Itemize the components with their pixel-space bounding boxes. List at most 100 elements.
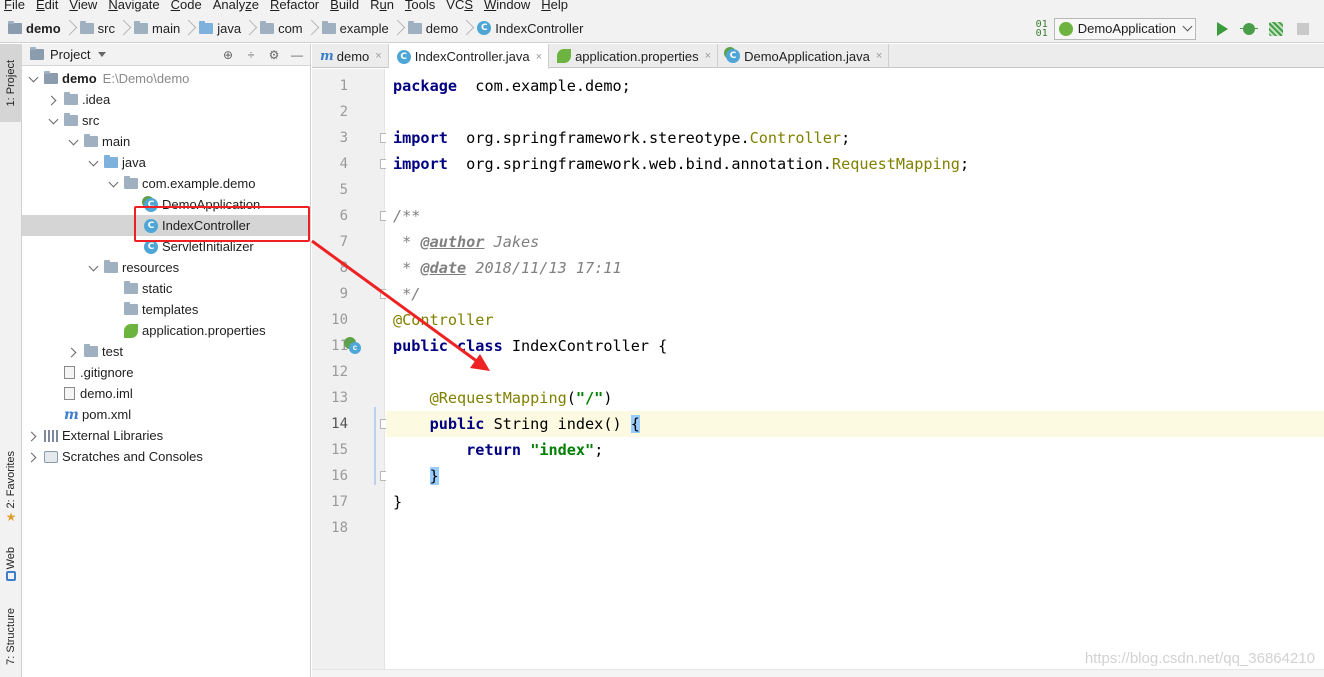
close-icon[interactable]: × (536, 51, 542, 63)
tree-item[interactable]: main (22, 131, 310, 152)
debug-button[interactable] (1238, 18, 1260, 40)
breadcrumb-item[interactable]: demo (389, 18, 458, 38)
menu-item[interactable]: Run (370, 0, 394, 12)
run-toolbar: 01 01 DemoApplication (1036, 14, 1314, 43)
tree-item[interactable]: C ServletInitializer (22, 236, 310, 257)
horizontal-scrollbar[interactable] (312, 669, 1324, 677)
menu-item[interactable]: VCS (446, 0, 473, 12)
tree-item[interactable]: External Libraries (22, 425, 310, 446)
star-icon: ★ (5, 509, 17, 524)
chevron-right-icon[interactable] (48, 94, 60, 106)
tree-item[interactable]: m pom.xml (22, 404, 310, 425)
tree-item[interactable]: application.properties (22, 320, 310, 341)
breadcrumb-separator-icon (67, 18, 75, 38)
close-icon[interactable]: × (705, 50, 711, 62)
tree-item[interactable]: src (22, 110, 310, 131)
chevron-down-icon[interactable] (108, 178, 120, 190)
menu-item[interactable]: Analyze (213, 0, 259, 12)
menu-mnemonic: u (379, 0, 387, 12)
folder-icon (104, 260, 118, 273)
code-token: "/" (575, 389, 604, 407)
tree-item[interactable]: templates (22, 299, 310, 320)
close-icon[interactable]: × (876, 50, 882, 62)
sort-icon[interactable]: 01 01 (1036, 19, 1048, 38)
menu-item[interactable]: Edit (36, 0, 58, 12)
menu-mnemonic: V (69, 0, 78, 12)
close-icon[interactable]: × (375, 50, 381, 62)
tree-item[interactable]: Scratches and Consoles (22, 446, 310, 467)
tree-item[interactable]: java (22, 152, 310, 173)
run-button[interactable] (1211, 18, 1233, 40)
chevron-right-icon[interactable] (28, 451, 40, 463)
editor-tab[interactable]: m demo × (312, 44, 389, 68)
menu-item[interactable]: Help (541, 0, 568, 12)
tool-tab-web[interactable]: Web (0, 540, 22, 588)
chevron-down-icon[interactable] (88, 262, 100, 274)
tree-item[interactable]: demo.iml (22, 383, 310, 404)
tree-item[interactable]: .gitignore (22, 362, 310, 383)
chevron-down-icon[interactable] (48, 115, 60, 127)
menu-item[interactable]: Tools (405, 0, 435, 12)
hide-icon[interactable]: — (290, 48, 304, 62)
tree-item-label: com.example.demo (142, 176, 256, 191)
locate-icon[interactable]: ⊕ (221, 48, 235, 62)
chevron-down-icon[interactable] (88, 157, 100, 169)
breadcrumb-item[interactable]: C IndexController (458, 18, 583, 38)
editor-tabs: m demo × C IndexController.java × application.… (312, 44, 1324, 69)
code-token: * (393, 259, 421, 277)
scratch-icon (44, 450, 58, 463)
tree-item[interactable]: demo E:\Demo\demo (22, 68, 310, 89)
chevron-right-icon[interactable] (68, 346, 80, 358)
chevron-right-icon[interactable] (28, 430, 40, 442)
tree-item-label: pom.xml (82, 407, 132, 422)
code-token: "index" (530, 441, 595, 459)
editor-tab[interactable]: C DemoApplication.java × (718, 44, 890, 68)
project-panel-header: Project ⊕ ÷ ⚙ — (22, 44, 310, 66)
settings-icon[interactable]: ⚙ (267, 48, 281, 62)
breadcrumb-item[interactable]: java (180, 18, 241, 38)
menu-item[interactable]: File (4, 0, 25, 12)
project-panel-title[interactable]: Project (50, 47, 90, 62)
chevron-down-icon[interactable] (98, 52, 107, 57)
breadcrumb-item[interactable]: com (241, 18, 303, 38)
tree-item[interactable]: test (22, 341, 310, 362)
tool-tab-structure[interactable]: 7: Structure (0, 600, 22, 672)
tree-item[interactable]: C IndexController (22, 215, 310, 236)
menu-label: iew (77, 0, 98, 12)
menu-item[interactable]: Navigate (108, 0, 159, 12)
code-line: import org.springframework.stereotype.Co… (393, 125, 850, 151)
spring-bean-icon[interactable]: c (344, 337, 362, 355)
breadcrumb-item[interactable]: src (61, 18, 115, 38)
breadcrumb-item[interactable]: main (115, 18, 180, 38)
editor-tab[interactable]: C IndexController.java × (388, 44, 550, 69)
collapse-icon[interactable]: ÷ (244, 48, 258, 62)
editor-gutter: 1 2 3 4 5 6 7 8 9 10 11 c 12 13 14 15 16 17 18 (312, 69, 390, 677)
menu-item[interactable]: Code (171, 0, 202, 12)
chevron-down-icon[interactable] (68, 136, 80, 148)
folder-icon (79, 20, 94, 34)
breadcrumb-item[interactable]: demo (8, 20, 61, 36)
chevron-down-icon[interactable] (28, 73, 40, 85)
run-configuration-select[interactable]: DemoApplication (1053, 17, 1196, 40)
tree-item[interactable]: static (22, 278, 310, 299)
stop-button[interactable] (1292, 18, 1314, 40)
editor-tab[interactable]: application.properties × (549, 44, 719, 68)
menu-item[interactable]: Refactor (270, 0, 319, 12)
menu-item[interactable]: View (69, 0, 97, 12)
breadcrumb-item[interactable]: example (303, 18, 389, 38)
tool-tab-favorites[interactable]: 2: Favorites ★ (0, 444, 22, 530)
menu-item[interactable]: Window (484, 0, 530, 12)
coverage-button[interactable] (1265, 18, 1287, 40)
code-token: import (393, 129, 448, 147)
tree-item[interactable]: com.example.demo (22, 173, 310, 194)
tree-item[interactable]: resources (22, 257, 310, 278)
line-number: 17 (331, 494, 348, 510)
tool-tab-project[interactable]: 1: Project (0, 44, 22, 122)
maven-icon: m (320, 48, 334, 64)
menu-item[interactable]: Build (330, 0, 359, 12)
tree-item[interactable]: C DemoApplication (22, 194, 310, 215)
tree-item[interactable]: .idea (22, 89, 310, 110)
